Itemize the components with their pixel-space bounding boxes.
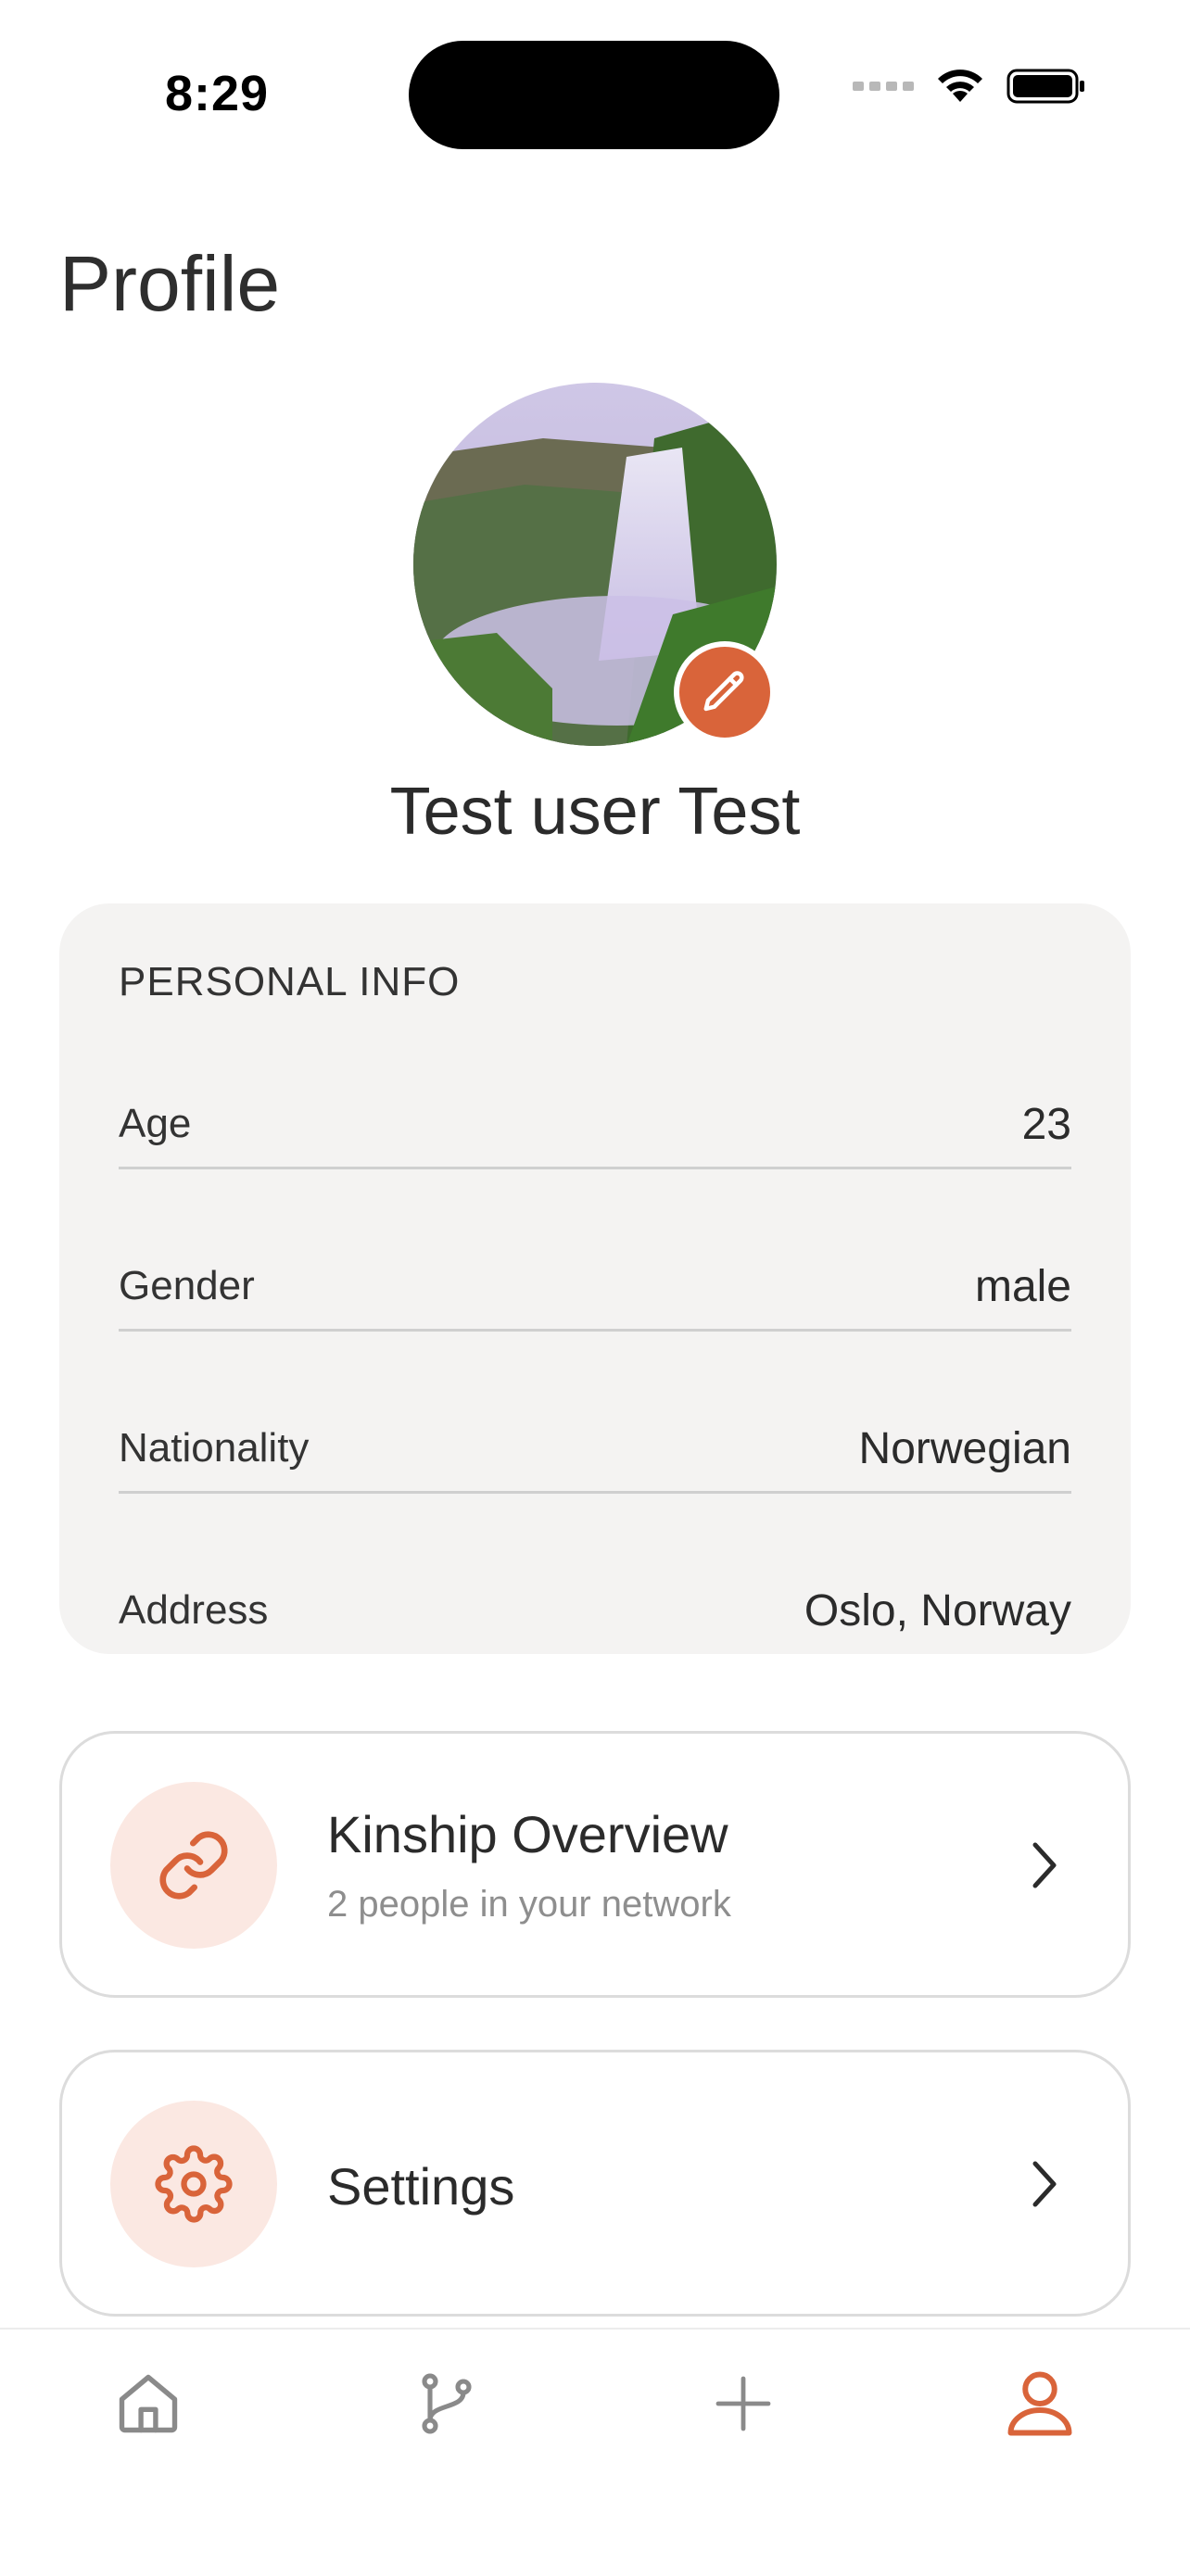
info-label: Gender: [119, 1263, 255, 1308]
status-time: 8:29: [165, 66, 270, 121]
divider: [119, 1491, 1071, 1494]
settings-icon-circle: [110, 2101, 277, 2267]
tab-bar: [0, 2328, 1190, 2576]
edit-avatar-button[interactable]: [674, 641, 776, 743]
wifi-icon: [938, 69, 982, 102]
tab-home[interactable]: [93, 2348, 204, 2459]
user-name: Test user Test: [389, 775, 801, 849]
info-value: male: [974, 1261, 1071, 1311]
info-value: Oslo, Norway: [804, 1585, 1071, 1635]
battery-icon: [1006, 69, 1084, 104]
tab-tree[interactable]: [391, 2348, 502, 2459]
tab-profile[interactable]: [984, 2348, 1095, 2459]
link-icon: [159, 1831, 228, 1900]
chevron-right-icon: [1032, 2161, 1057, 2207]
info-row-gender: Gender male: [119, 1249, 1071, 1323]
info-row-age: Age 23: [119, 1087, 1071, 1161]
page-title: Profile: [59, 240, 281, 327]
divider: [119, 1167, 1071, 1169]
pencil-icon: [703, 671, 744, 712]
info-value: Norwegian: [858, 1423, 1071, 1473]
kinship-icon-circle: [110, 1782, 277, 1949]
info-row-address: Address Oslo, Norway: [119, 1573, 1071, 1648]
status-bar: 8:29: [0, 0, 1190, 185]
info-label: Nationality: [119, 1425, 310, 1471]
kinship-overview-subtitle: 2 people in your network: [327, 1884, 731, 1925]
status-icons: [853, 67, 1086, 106]
plus-icon: [715, 2376, 771, 2431]
info-value: 23: [1021, 1099, 1071, 1149]
gear-icon: [155, 2145, 233, 2223]
info-row-nationality: Nationality Norwegian: [119, 1411, 1071, 1485]
divider: [119, 1329, 1071, 1332]
kinship-overview-card[interactable]: Kinship Overview 2 people in your networ…: [59, 1731, 1131, 1998]
info-label: Address: [119, 1587, 269, 1633]
kinship-overview-title: Kinship Overview: [327, 1805, 728, 1863]
personal-info-card: PERSONAL INFO Age 23 Gender male Nationa…: [59, 903, 1131, 1654]
dynamic-island: [409, 41, 779, 149]
personal-info-heading: PERSONAL INFO: [119, 959, 461, 1004]
chevron-right-icon: [1032, 1842, 1057, 1888]
person-icon: [1007, 2371, 1072, 2436]
branch-icon: [422, 2373, 472, 2434]
cellular-signal-icon: [853, 82, 914, 91]
home-icon: [119, 2374, 178, 2433]
settings-card[interactable]: Settings: [59, 2050, 1131, 2317]
settings-title: Settings: [327, 2157, 515, 2216]
tab-add[interactable]: [688, 2348, 799, 2459]
info-label: Age: [119, 1101, 192, 1146]
